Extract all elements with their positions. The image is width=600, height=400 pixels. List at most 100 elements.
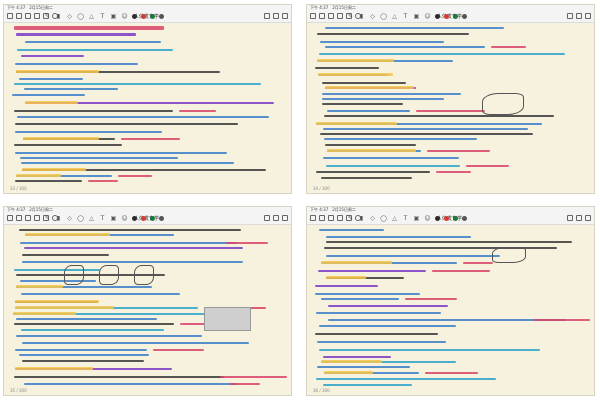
color-swatch[interactable]: [150, 216, 155, 221]
close-icon[interactable]: [319, 13, 325, 19]
color-swatch[interactable]: [132, 14, 137, 19]
pen-icon[interactable]: ✎: [44, 13, 51, 20]
image-icon[interactable]: ▣: [110, 13, 117, 20]
grid-icon[interactable]: [310, 215, 316, 221]
pen-icon[interactable]: ✎: [347, 13, 354, 20]
pages-icon[interactable]: [273, 13, 279, 19]
shape-icon[interactable]: △: [88, 13, 95, 20]
redo-icon[interactable]: [337, 13, 343, 19]
lasso-icon[interactable]: ◯: [380, 13, 387, 20]
sticker-icon[interactable]: ☺: [424, 215, 431, 222]
handwritten-line: [316, 122, 397, 125]
sticker-icon[interactable]: ☺: [121, 215, 128, 222]
color-swatch[interactable]: [141, 14, 146, 19]
color-swatch[interactable]: [159, 216, 164, 221]
handwritten-line: [22, 261, 243, 263]
back-icon[interactable]: [328, 215, 334, 221]
toolbar: 人体发育学 ✎ ▮ ◇ ◯ △ T ▣ ☺: [4, 11, 291, 23]
handwritten-line: [14, 26, 164, 30]
add-page-icon[interactable]: [567, 13, 573, 19]
image-icon[interactable]: ▣: [413, 13, 420, 20]
text-icon[interactable]: T: [402, 13, 409, 20]
eraser-icon[interactable]: ◇: [66, 215, 73, 222]
redo-icon[interactable]: [337, 215, 343, 221]
color-swatch[interactable]: [444, 216, 449, 221]
highlighter-icon[interactable]: ▮: [55, 13, 62, 20]
more-icon[interactable]: [585, 13, 591, 19]
back-icon[interactable]: [25, 215, 31, 221]
shape-icon[interactable]: △: [391, 13, 398, 20]
lasso-icon[interactable]: ◯: [77, 13, 84, 20]
grid-icon[interactable]: [310, 13, 316, 19]
close-icon[interactable]: [16, 13, 22, 19]
handwritten-line: [21, 55, 84, 57]
highlighter-icon[interactable]: ▮: [358, 13, 365, 20]
handwritten-line: [23, 137, 99, 140]
color-swatch[interactable]: [150, 14, 155, 19]
color-swatch[interactable]: [159, 14, 164, 19]
handwritten-line: [14, 269, 100, 271]
more-icon[interactable]: [282, 215, 288, 221]
text-icon[interactable]: T: [99, 13, 106, 20]
toolbar-right-icons: [264, 215, 288, 221]
color-swatch[interactable]: [462, 216, 467, 221]
pages-icon[interactable]: [576, 215, 582, 221]
more-icon[interactable]: [282, 13, 288, 19]
handwritten-line: [325, 27, 504, 29]
redo-icon[interactable]: [34, 13, 40, 19]
add-page-icon[interactable]: [264, 13, 270, 19]
handwritten-line: [320, 133, 533, 135]
shape-icon[interactable]: △: [391, 215, 398, 222]
color-swatch[interactable]: [141, 216, 146, 221]
page-number: 36 / 300: [313, 388, 330, 393]
note-page: [307, 225, 594, 395]
handwritten-line: [463, 262, 493, 264]
handwritten-line: [16, 33, 136, 36]
handwritten-line: [21, 293, 180, 295]
redo-icon[interactable]: [34, 215, 40, 221]
close-icon[interactable]: [319, 215, 325, 221]
image-icon[interactable]: ▣: [413, 215, 420, 222]
eraser-icon[interactable]: ◇: [66, 13, 73, 20]
color-swatch[interactable]: [132, 216, 137, 221]
color-swatch[interactable]: [462, 14, 467, 19]
text-icon[interactable]: T: [402, 215, 409, 222]
handwritten-line: [319, 229, 384, 231]
pages-icon[interactable]: [576, 13, 582, 19]
highlighter-icon[interactable]: ▮: [55, 215, 62, 222]
highlighter-icon[interactable]: ▮: [358, 215, 365, 222]
handwritten-line: [315, 67, 379, 69]
color-swatch[interactable]: [453, 216, 458, 221]
pen-icon[interactable]: ✎: [347, 215, 354, 222]
handwritten-line: [323, 128, 528, 130]
handwritten-line: [326, 241, 572, 243]
note-page: [307, 23, 594, 193]
color-swatch[interactable]: [444, 14, 449, 19]
lasso-icon[interactable]: ◯: [380, 215, 387, 222]
sticker-icon[interactable]: ☺: [121, 13, 128, 20]
back-icon[interactable]: [328, 13, 334, 19]
handwritten-line: [12, 94, 85, 96]
close-icon[interactable]: [16, 215, 22, 221]
status-date: 2月15日周二: [29, 207, 53, 212]
color-swatch[interactable]: [453, 14, 458, 19]
add-page-icon[interactable]: [264, 215, 270, 221]
shape-icon[interactable]: △: [88, 215, 95, 222]
eraser-icon[interactable]: ◇: [369, 13, 376, 20]
back-icon[interactable]: [25, 13, 31, 19]
grid-icon[interactable]: [7, 13, 13, 19]
color-swatch[interactable]: [435, 14, 440, 19]
pen-icon[interactable]: ✎: [44, 215, 51, 222]
grid-icon[interactable]: [7, 215, 13, 221]
pages-icon[interactable]: [273, 215, 279, 221]
color-swatch[interactable]: [435, 216, 440, 221]
more-icon[interactable]: [585, 215, 591, 221]
lasso-icon[interactable]: ◯: [77, 215, 84, 222]
eraser-icon[interactable]: ◇: [369, 215, 376, 222]
image-icon[interactable]: ▣: [110, 215, 117, 222]
add-page-icon[interactable]: [567, 215, 573, 221]
sticker-icon[interactable]: ☺: [424, 13, 431, 20]
handwritten-line: [405, 298, 457, 300]
text-icon[interactable]: T: [99, 215, 106, 222]
handwritten-line: [317, 366, 410, 368]
